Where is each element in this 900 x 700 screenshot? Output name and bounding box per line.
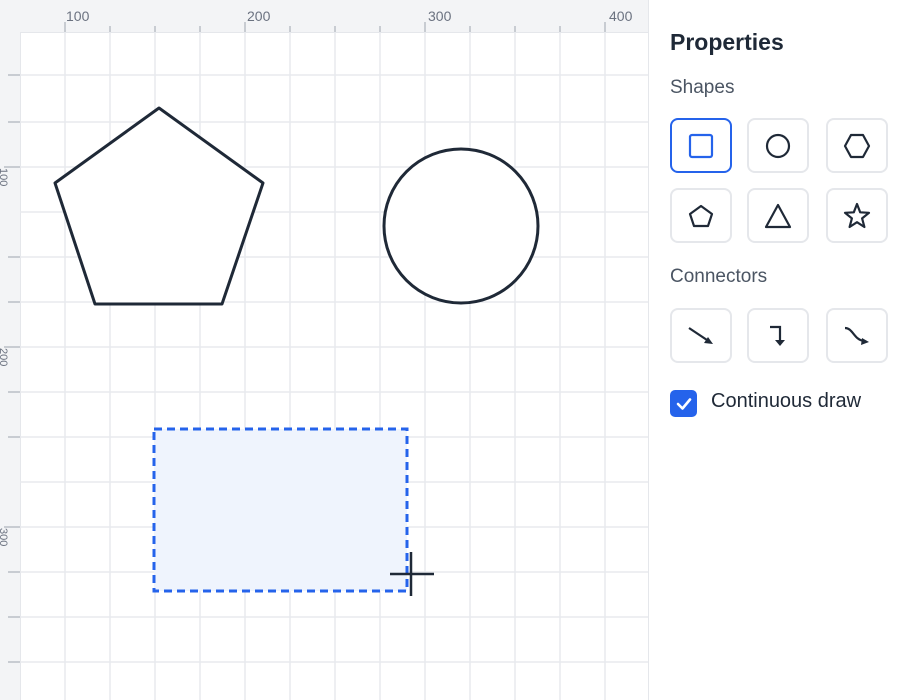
continuous-draw-checkbox[interactable]: [670, 390, 697, 417]
canvas-shapes: [53, 106, 540, 596]
star-tool-button[interactable]: [826, 188, 888, 243]
rectangle-tool-button[interactable]: [670, 118, 732, 173]
shapes-section-label: Shapes: [670, 77, 735, 98]
curved-arrow-icon: [844, 326, 869, 345]
curved-connector-button[interactable]: [826, 308, 888, 363]
straight-connector-button[interactable]: [670, 308, 732, 363]
pentagon-icon: [688, 204, 714, 227]
selection-rectangle[interactable]: [152, 427, 409, 593]
properties-panel: Properties Shapes Connectors Continuous …: [648, 0, 900, 700]
square-icon: [688, 133, 714, 158]
triangle-icon: [764, 203, 792, 228]
straight-arrow-icon: [688, 326, 713, 344]
checkmark-icon: [676, 397, 691, 410]
drawing-canvas[interactable]: 100 200 300 400 100 200 300: [0, 0, 648, 700]
panel-title: Properties: [670, 29, 784, 55]
pentagon-tool-button[interactable]: [670, 188, 732, 243]
connectors-section-label: Connectors: [670, 266, 768, 287]
circle-shape[interactable]: [382, 147, 540, 305]
circle-tool-button[interactable]: [747, 118, 809, 173]
pentagon-shape[interactable]: [53, 106, 265, 306]
triangle-tool-button[interactable]: [747, 188, 809, 243]
star-icon: [843, 202, 871, 228]
elbow-arrow-icon: [770, 325, 785, 346]
circle-icon: [765, 133, 791, 158]
hexagon-tool-button[interactable]: [826, 118, 888, 173]
continuous-draw-label[interactable]: Continuous draw: [711, 389, 871, 414]
hexagon-icon: [843, 133, 871, 158]
elbow-connector-button[interactable]: [747, 308, 809, 363]
